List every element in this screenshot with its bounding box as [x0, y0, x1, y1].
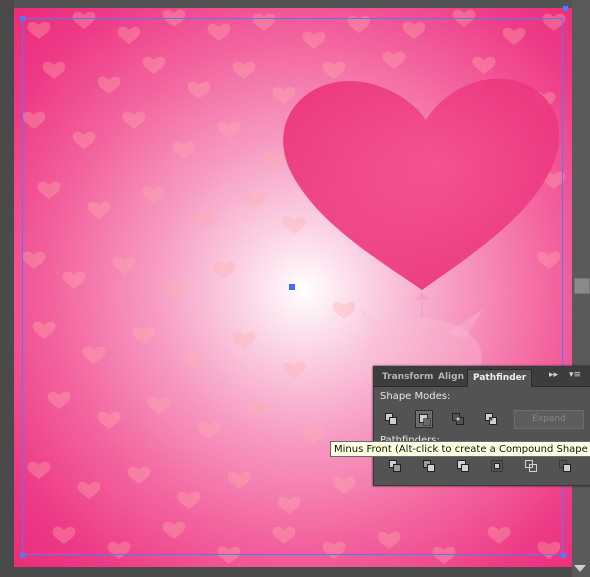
- illustrator-canvas[interactable]: Transform Align Pathfinder ▸▸ ▾≡ Shape M…: [0, 0, 590, 577]
- scroll-down-arrow-icon[interactable]: [574, 565, 586, 572]
- minus-back-button[interactable]: [556, 457, 574, 475]
- tooltip: Minus Front (Alt-click to create a Compo…: [330, 441, 590, 457]
- outline-icon: [525, 460, 537, 472]
- exclude-button[interactable]: [482, 410, 500, 428]
- selection-handle-bottom-left[interactable]: [20, 553, 25, 558]
- crop-icon: [491, 460, 503, 472]
- tab-transform[interactable]: Transform: [377, 369, 438, 386]
- intersect-button[interactable]: [449, 410, 467, 428]
- selection-handle-top-left[interactable]: [20, 16, 25, 21]
- crop-button[interactable]: [488, 457, 506, 475]
- shape-modes-label: Shape Modes:: [380, 391, 451, 402]
- exclude-icon: [485, 413, 497, 425]
- tab-pathfinder[interactable]: Pathfinder: [467, 369, 533, 387]
- trim-icon: [423, 460, 435, 472]
- divide-icon: [389, 460, 401, 472]
- panel-menu-icon[interactable]: ▾≡: [569, 370, 581, 380]
- minus-back-icon: [559, 460, 571, 472]
- divide-button[interactable]: [386, 457, 404, 475]
- outline-button[interactable]: [522, 457, 540, 475]
- scrollbar-thumb[interactable]: [574, 278, 590, 294]
- selection-center-point[interactable]: [289, 284, 295, 290]
- expand-button[interactable]: Expand: [514, 410, 584, 429]
- merge-button[interactable]: [454, 457, 472, 475]
- unite-button[interactable]: [382, 410, 400, 428]
- intersect-icon: [452, 413, 464, 425]
- canvas-gutter-left: [0, 0, 14, 577]
- panel-tab-bar: Transform Align Pathfinder ▸▸ ▾≡: [374, 367, 590, 387]
- unite-icon: [385, 413, 397, 425]
- pathfinder-panel: Transform Align Pathfinder ▸▸ ▾≡ Shape M…: [373, 366, 590, 486]
- minus-front-icon: [419, 414, 431, 426]
- merge-icon: [457, 460, 469, 472]
- tab-align[interactable]: Align: [433, 369, 469, 386]
- trim-button[interactable]: [420, 457, 438, 475]
- minus-front-button[interactable]: [415, 410, 433, 428]
- selection-handle-top-right[interactable]: [563, 6, 568, 11]
- double-chevron-right-icon[interactable]: ▸▸: [549, 370, 558, 380]
- canvas-gutter-bottom: [0, 567, 590, 577]
- selection-handle-bottom-right[interactable]: [561, 553, 566, 558]
